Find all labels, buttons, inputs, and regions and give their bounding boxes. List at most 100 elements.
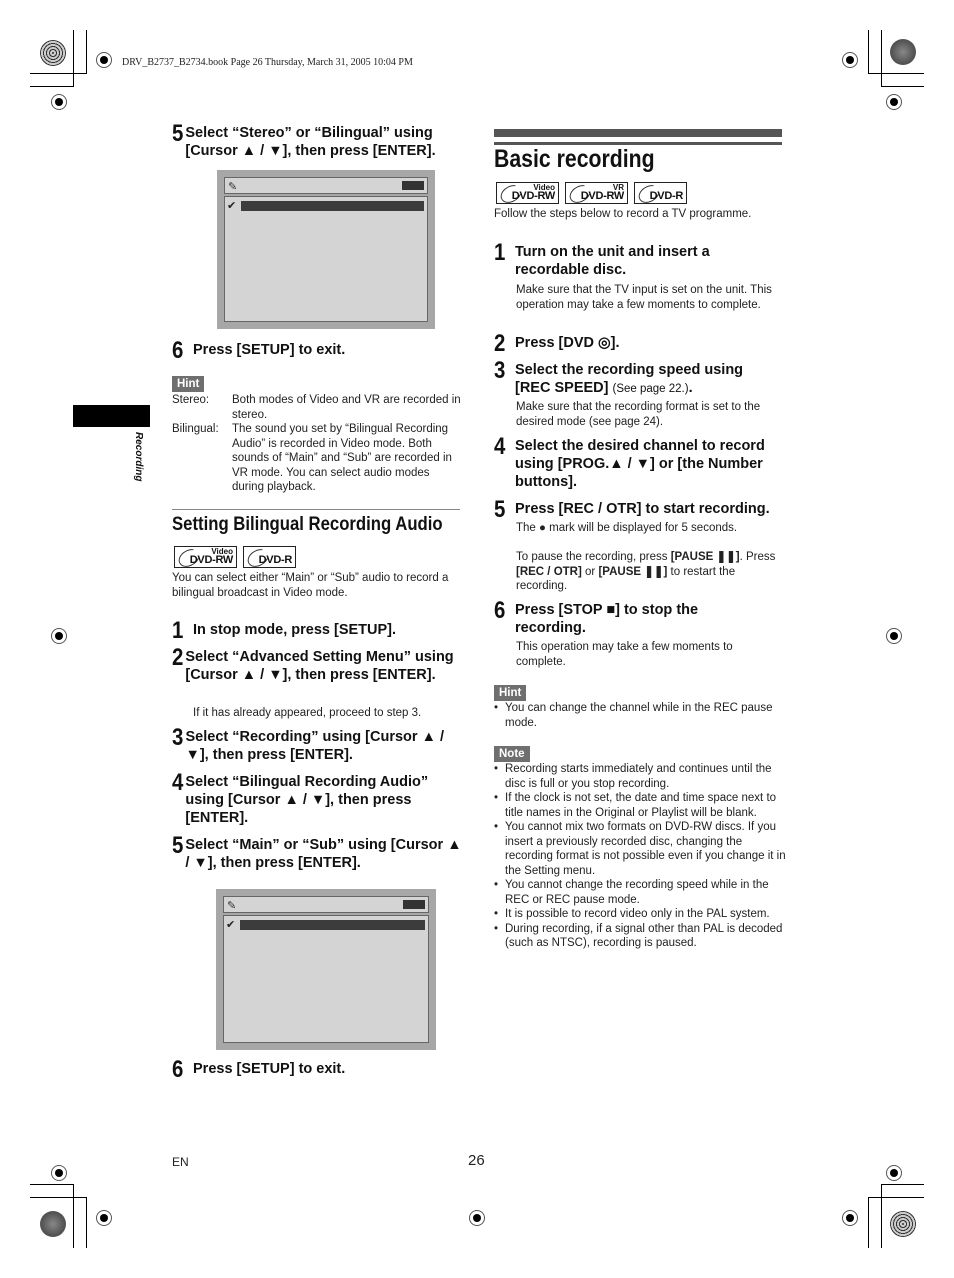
crop-mark — [881, 1184, 882, 1248]
step-text: Press [REC / OTR] to start recording. — [515, 501, 770, 517]
registration-mark-icon — [842, 1210, 858, 1226]
note-item: You cannot mix two formats on DVD-RW dis… — [494, 820, 786, 878]
osd-selected-row — [240, 920, 425, 930]
registration-disc-icon — [890, 39, 916, 65]
step-number: 4 — [172, 769, 184, 796]
step-text: Press [DVD ◎]. — [515, 335, 620, 351]
rec-step-4: 4 Select the desired channel to record u… — [494, 433, 784, 491]
osd-menu-screen: ✎ ✔ — [216, 889, 436, 1050]
step-text: Select “Advanced Setting Menu” using [Cu… — [185, 649, 454, 683]
crop-mark — [881, 30, 882, 86]
crop-mark — [86, 1197, 87, 1248]
crop-mark — [868, 73, 924, 74]
registration-mark-icon — [96, 52, 112, 68]
hint-list: You can change the channel while in the … — [494, 701, 784, 730]
rec-step-5: 5 Press [REC / OTR] to start recording. — [494, 496, 789, 523]
hint-desc: Both modes of Video and VR are recorded … — [232, 394, 461, 421]
note-item: You cannot change the recording speed wh… — [494, 878, 786, 907]
note-item: During recording, if a signal other than… — [494, 922, 786, 951]
note-badge: Note — [494, 744, 530, 762]
page-reference: (See page 22.) — [612, 383, 689, 395]
note-label: Note — [494, 746, 530, 762]
registration-mark-icon — [51, 1165, 67, 1181]
logo-main: DVD-RW — [189, 554, 234, 566]
logo-main: DVD-R — [258, 554, 293, 566]
rec-otr-key: [REC / OTR] — [516, 565, 582, 578]
dvd-rw-video-logo: Video DVD-RW — [174, 545, 237, 571]
dvd-rw-vr-logo: VR DVD-RW — [565, 181, 628, 207]
crop-mark — [881, 86, 924, 87]
title-bar-decor — [494, 129, 782, 137]
rec-step-1: 1 Turn on the unit and insert a recordab… — [494, 239, 784, 279]
registration-mark-icon — [842, 52, 858, 68]
dvd-r-logo: DVD-R — [243, 545, 296, 571]
hint-table: Stereo: Both modes of Video and VR are r… — [172, 393, 462, 495]
check-icon: ✔ — [227, 200, 237, 212]
page-title: Basic recording — [494, 145, 655, 173]
step-text: Select “Recording” using [Cursor ▲ / ▼],… — [185, 729, 444, 763]
hint-label: Hint — [494, 685, 527, 701]
step-number: 4 — [494, 433, 506, 460]
page-number: 26 — [468, 1152, 485, 1169]
step-text: Press [SETUP] to exit. — [193, 342, 346, 358]
registration-mark-icon — [469, 1210, 485, 1226]
bilingual-step-2: 2 Select “Advanced Setting Menu” using [… — [172, 644, 462, 684]
bilingual-step-6: 6 Press [SETUP] to exit. — [172, 1058, 462, 1082]
step-number: 2 — [172, 644, 184, 671]
osd-selected-row — [241, 201, 424, 211]
step-number: 5 — [172, 832, 184, 859]
rec-step-6: 6 Press [STOP ■] to stop the recording. — [494, 597, 784, 637]
step-number: 3 — [172, 724, 184, 751]
note-list: Recording starts immediately and continu… — [494, 762, 786, 951]
hint-label: Hint — [172, 376, 205, 392]
pause-key: [PAUSE ❚❚] — [598, 565, 668, 578]
step-note: If it has already appeared, proceed to s… — [193, 707, 422, 719]
step-number: 6 — [494, 597, 506, 624]
step-text: Select “Main” or “Sub” using [Cursor ▲ /… — [185, 837, 462, 871]
step-number: 1 — [494, 239, 506, 266]
rec-step-2: 2 Press [DVD ◎]. — [494, 330, 784, 357]
registration-mark-icon — [96, 1210, 112, 1226]
registration-disc-icon — [890, 1211, 916, 1237]
check-icon: ✔ — [226, 919, 236, 931]
crop-mark — [30, 73, 87, 74]
step-number: 2 — [494, 330, 506, 357]
osd-tag — [403, 900, 425, 909]
step-text: Select the recording speed using [REC SP… — [515, 361, 765, 398]
note-item: If the clock is not set, the date and ti… — [494, 791, 786, 820]
step-text: Press [STOP ■] to stop the recording. — [515, 602, 699, 636]
step-text: Turn on the unit and insert a recordable… — [515, 244, 710, 278]
bilingual-step-4: 4 Select “Bilingual Recording Audio” usi… — [172, 769, 462, 827]
logo-main: DVD-RW — [580, 190, 625, 202]
note-item: It is possible to record video only in t… — [494, 907, 786, 922]
side-tab-label: Recording — [133, 432, 144, 482]
language-label: EN — [172, 1155, 189, 1169]
registration-mark-icon — [886, 628, 902, 644]
osd-menu-screen: ✎ ✔ — [217, 170, 435, 329]
hint-badge: Hint — [172, 374, 205, 392]
rec-step-3: 3 Select the recording speed using [REC … — [494, 357, 784, 398]
step-number: 5 — [494, 496, 506, 523]
pause-key: [PAUSE ❚❚] — [670, 551, 740, 563]
step-note: Make sure that the TV input is set on th… — [516, 284, 772, 311]
hint-row: Bilingual: The sound you set by “Bilingu… — [172, 422, 462, 495]
crop-mark — [30, 1184, 74, 1185]
step-text: In stop mode, press [SETUP]. — [193, 622, 397, 638]
osd-body: ✔ — [224, 196, 428, 322]
step-note: This operation may take a few moments to… — [516, 641, 733, 668]
dvd-rw-video-logo: Video DVD-RW — [496, 181, 559, 207]
step-number: 1 — [172, 617, 184, 644]
bilingual-step-1: 1 In stop mode, press [SETUP]. — [172, 617, 462, 644]
step-text: Select “Stereo” or “Bilingual” using [Cu… — [185, 125, 436, 159]
section-intro: You can select either “Main” or “Sub” au… — [172, 572, 449, 599]
section-divider — [172, 509, 460, 510]
hint-term: Bilingual: — [172, 423, 219, 435]
step-5-top: 5 Select “Stereo” or “Bilingual” using [… — [172, 122, 462, 160]
step-note-pause: To pause the recording, press [PAUSE ❚❚]… — [516, 550, 781, 594]
registration-mark-icon — [886, 94, 902, 110]
crop-mark — [868, 30, 869, 73]
step-number: 3 — [494, 357, 506, 384]
crop-mark — [30, 1197, 87, 1198]
hint-row: Stereo: Both modes of Video and VR are r… — [172, 393, 462, 422]
logo-main: DVD-RW — [511, 190, 556, 202]
